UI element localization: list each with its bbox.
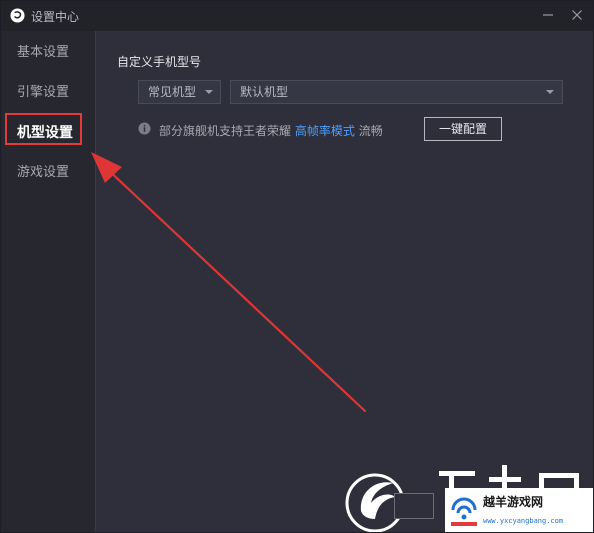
annotation-arrow xyxy=(91,152,367,413)
wifi-logo-icon xyxy=(451,497,477,526)
watermark-frame xyxy=(394,493,434,519)
watermark-url: www.yxcyangbang.com xyxy=(483,517,564,525)
watermark-title: 越羊游戏网 xyxy=(483,495,544,509)
settings-window: 设置中心 基本设置 引擎设置 机型设置 游戏设置 自定义手机型号 常见机型 默认… xyxy=(0,0,594,533)
watermark-badge: 越羊游戏网 www.yxcyangbang.com xyxy=(445,488,593,532)
